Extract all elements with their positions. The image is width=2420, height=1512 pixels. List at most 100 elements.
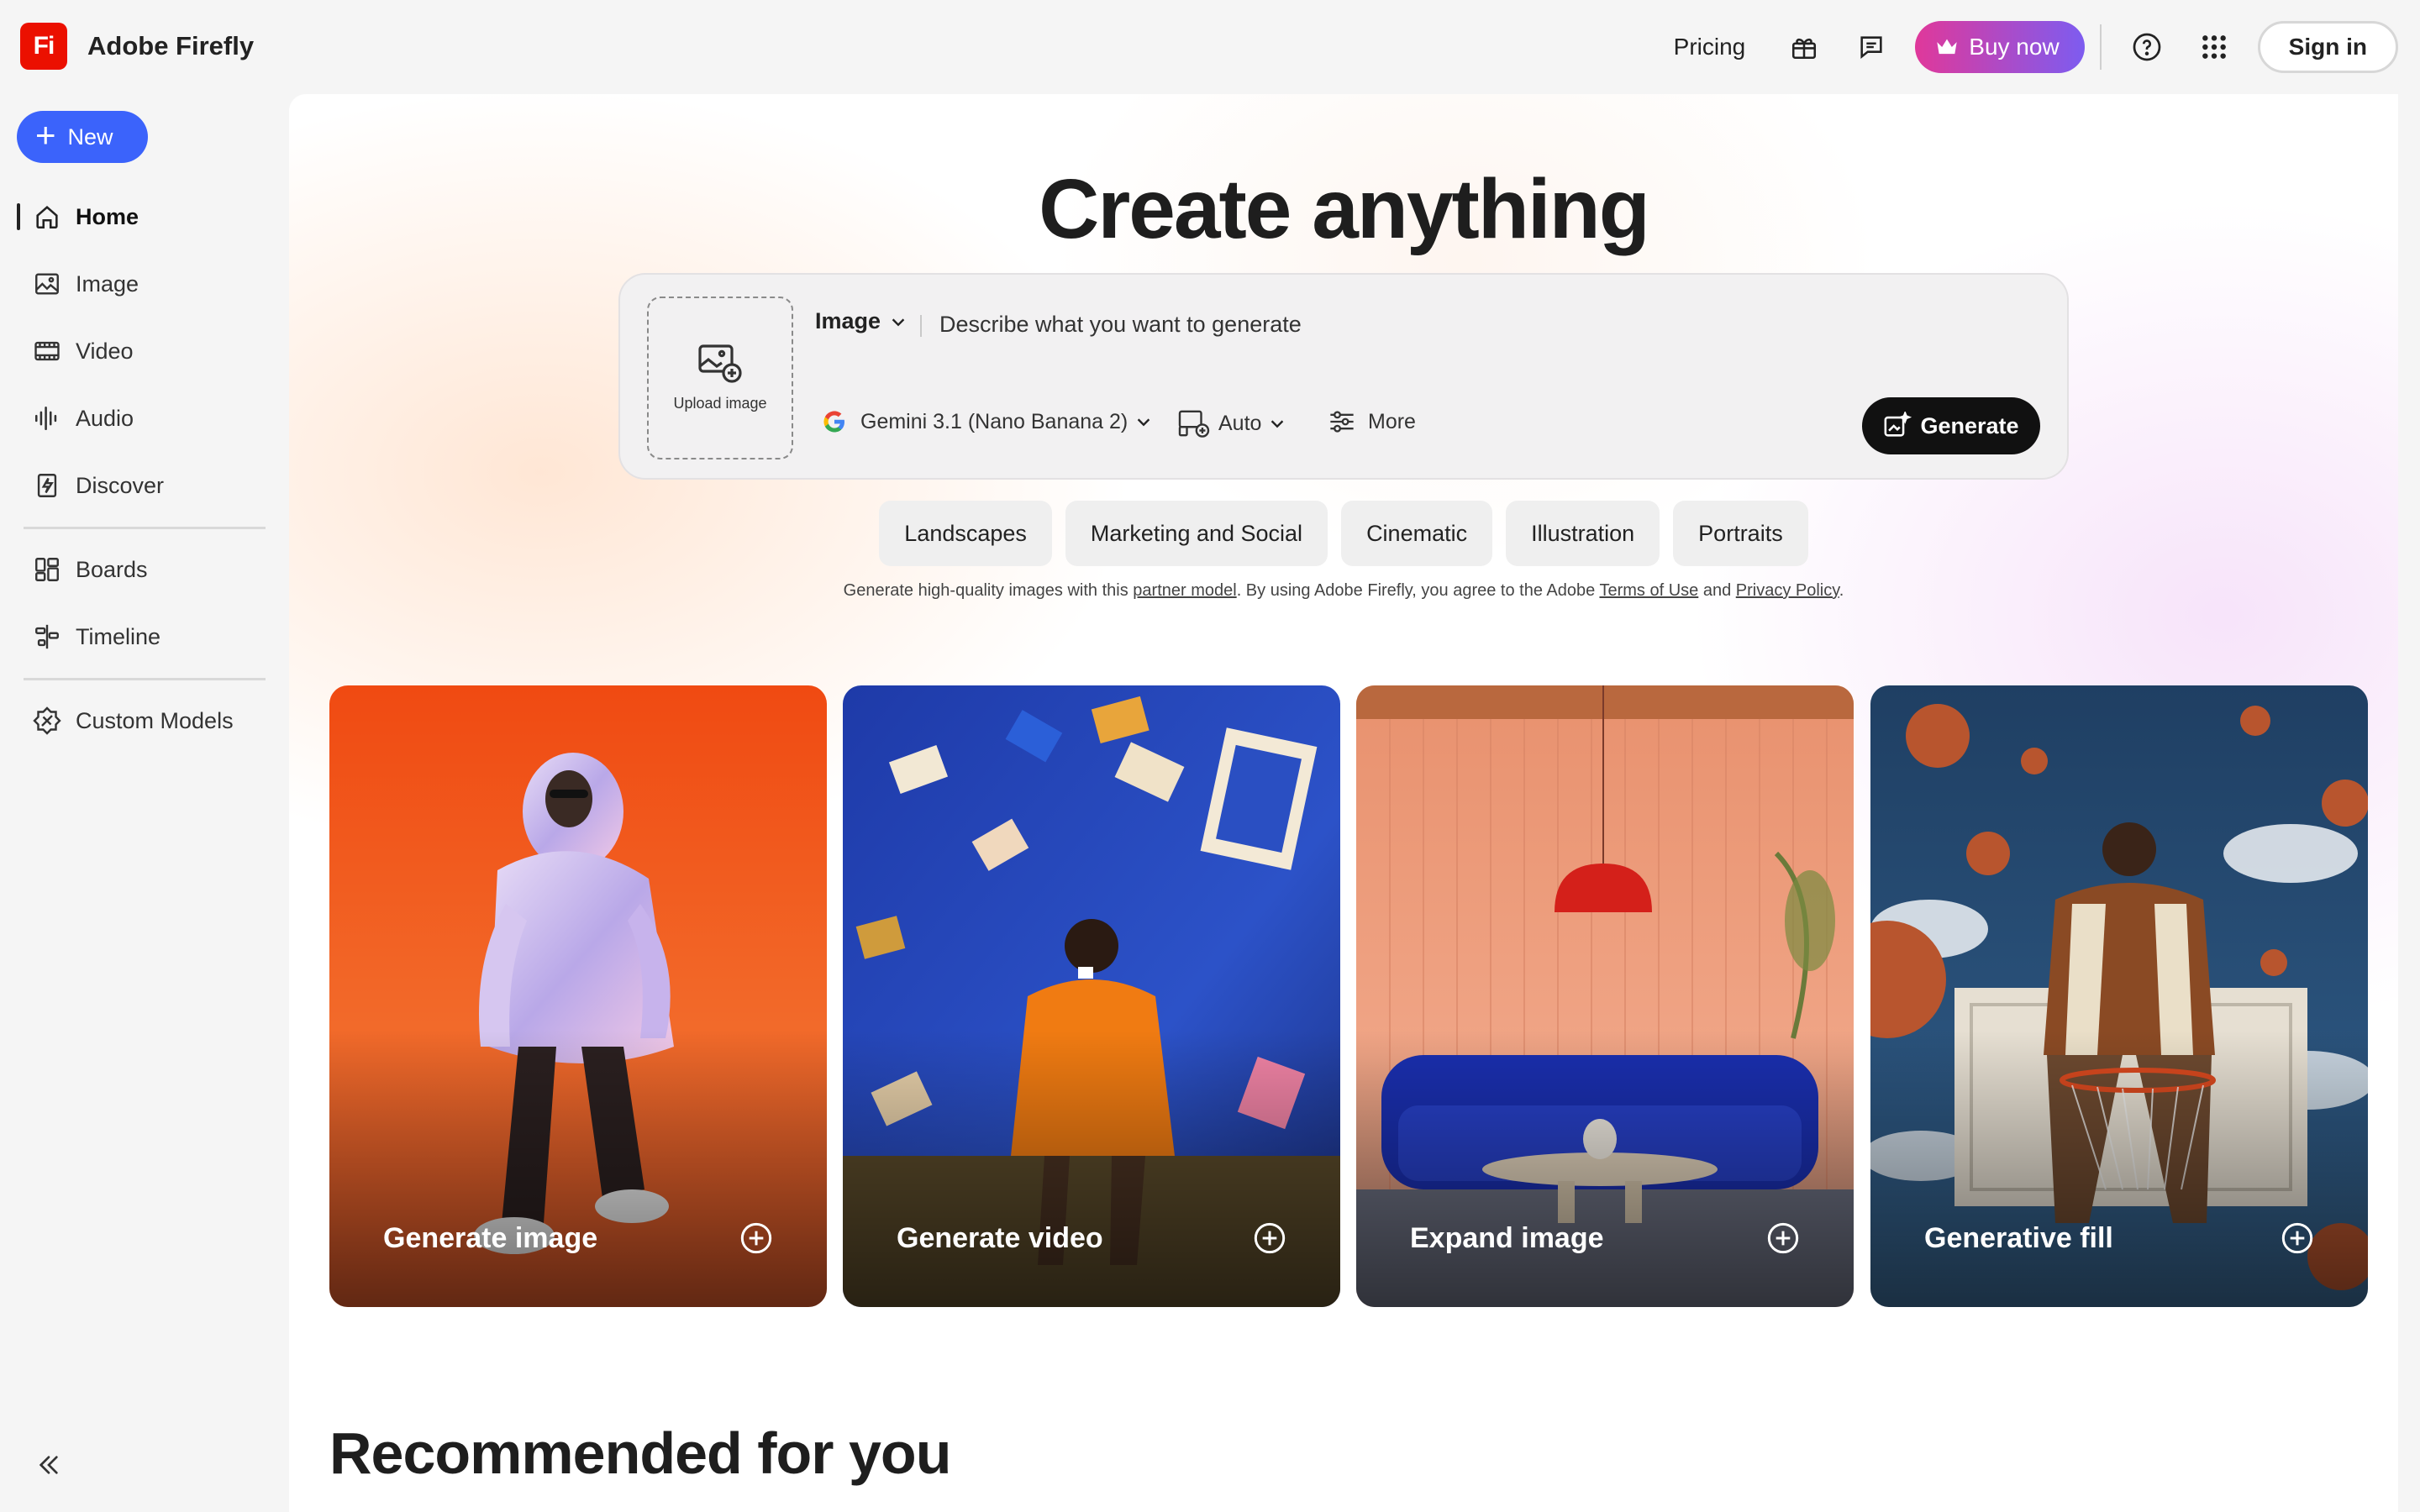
chip-portraits[interactable]: Portraits: [1673, 501, 1808, 566]
google-icon: [823, 411, 844, 433]
card-expand-image[interactable]: Expand image: [1356, 685, 1854, 1307]
add-circle-icon[interactable]: [1253, 1221, 1286, 1255]
sidebar-item-label: Image: [76, 270, 139, 297]
sidebar-item-label: Boards: [76, 556, 148, 582]
generate-button[interactable]: Generate: [1862, 397, 2040, 454]
main-content: Create anything Upload image Image Gemin…: [289, 94, 2398, 1512]
chip-landscapes[interactable]: Landscapes: [879, 501, 1052, 566]
sidebar-item-label: Timeline: [76, 623, 161, 649]
header-divider: [2099, 24, 2102, 70]
generate-label: Generate: [1920, 412, 2019, 438]
hero-title: Create anything: [1039, 162, 1650, 256]
sliders-icon: [1330, 411, 1354, 433]
sidebar-item-timeline[interactable]: Timeline: [17, 612, 269, 662]
disclaimer-part: . By using Adobe Firefly, you agree to t…: [1236, 581, 1600, 600]
sidebar-item-label: Home: [76, 203, 139, 229]
recommended-heading: Recommended for you: [329, 1420, 951, 1486]
terms-of-use-link[interactable]: Terms of Use: [1599, 581, 1698, 600]
disclaimer-part: Generate high-quality images with this: [843, 581, 1134, 600]
upload-image-icon: [698, 344, 742, 383]
partner-model-link[interactable]: partner model: [1133, 581, 1236, 600]
mode-label: Image: [815, 308, 881, 333]
collapse-sidebar-icon[interactable]: [30, 1446, 67, 1483]
chevron-down-icon: [892, 318, 905, 326]
header-actions: Pricing Buy now Sign in: [1674, 20, 2398, 74]
card-generate-image[interactable]: Generate image: [329, 685, 827, 1307]
sidebar-item-label: Audio: [76, 405, 134, 431]
card-title: Generate video: [897, 1222, 1103, 1254]
custom-models-icon: [30, 704, 64, 738]
crown-icon: [1937, 39, 1957, 55]
aspect-ratio-icon: [1178, 410, 1210, 438]
timeline-icon: [30, 620, 64, 654]
sidebar-item-video[interactable]: Video: [17, 326, 269, 376]
card-generative-fill[interactable]: Generative fill: [1870, 685, 2368, 1307]
card-title: Generate image: [383, 1222, 598, 1254]
upload-image-button[interactable]: Upload image: [647, 297, 793, 459]
chat-icon[interactable]: [1848, 24, 1895, 71]
sign-in-button[interactable]: Sign in: [2257, 21, 2398, 73]
top-bar: Fi Adobe Firefly Pricing Buy now Sign in: [0, 0, 2420, 94]
generate-icon: [1885, 412, 1912, 437]
aspect-ratio-dropdown[interactable]: Auto: [1178, 409, 1286, 438]
card-overlay: [1356, 1030, 1854, 1307]
disclaimer-text: Generate high-quality images with this p…: [289, 581, 2398, 601]
help-icon[interactable]: [2123, 24, 2170, 71]
chevron-down-icon: [1137, 418, 1150, 427]
ratio-label: Auto: [1218, 411, 1262, 435]
firefly-logo: Fi: [20, 23, 67, 70]
feature-cards: Generate image Generate video Expand ima…: [329, 685, 2368, 1307]
pricing-link[interactable]: Pricing: [1674, 34, 1746, 60]
audio-icon: [30, 402, 64, 435]
sidebar: + New Home Image Video Audio Discover Bo…: [0, 94, 286, 1512]
discover-icon: [30, 469, 64, 502]
disclaimer-part: and: [1698, 581, 1736, 600]
card-overlay: [1870, 1030, 2368, 1307]
sidebar-divider: [24, 527, 266, 529]
sidebar-item-image[interactable]: Image: [17, 259, 269, 309]
sidebar-item-label: Video: [76, 338, 134, 364]
upload-image-label: Upload image: [673, 394, 767, 412]
prompt-input[interactable]: [939, 303, 2032, 345]
plus-icon: +: [35, 115, 56, 155]
privacy-policy-link[interactable]: Privacy Policy: [1736, 581, 1839, 600]
mode-divider: [920, 315, 922, 337]
sidebar-item-discover[interactable]: Discover: [17, 460, 269, 511]
card-title: Generative fill: [1924, 1222, 2113, 1254]
card-overlay: [329, 1030, 827, 1307]
sidebar-item-home[interactable]: Home: [17, 192, 269, 242]
chevron-down-icon: [1271, 420, 1284, 428]
app-grid-icon[interactable]: [2191, 24, 2238, 71]
sidebar-item-audio[interactable]: Audio: [17, 393, 269, 444]
model-dropdown[interactable]: Gemini 3.1 (Nano Banana 2): [822, 409, 1153, 434]
add-circle-icon[interactable]: [739, 1221, 773, 1255]
new-button[interactable]: + New: [17, 111, 148, 163]
video-icon: [30, 334, 64, 368]
chip-illustration[interactable]: Illustration: [1506, 501, 1660, 566]
add-circle-icon[interactable]: [1766, 1221, 1800, 1255]
model-label: Gemini 3.1 (Nano Banana 2): [860, 409, 1128, 433]
prompt-chips: Landscapes Marketing and Social Cinemati…: [289, 501, 2398, 566]
sidebar-item-label: Custom Models: [76, 707, 234, 733]
chip-marketing-social[interactable]: Marketing and Social: [1065, 501, 1328, 566]
add-circle-icon[interactable]: [2281, 1221, 2314, 1255]
more-settings-button[interactable]: More: [1328, 409, 1416, 434]
mode-dropdown[interactable]: Image: [815, 308, 908, 334]
buy-now-label: Buy now: [1969, 34, 2060, 60]
buy-now-button[interactable]: Buy now: [1915, 21, 2085, 73]
boards-icon: [30, 553, 64, 586]
more-label: More: [1368, 409, 1416, 433]
gift-icon[interactable]: [1781, 24, 1828, 71]
brand-name: Adobe Firefly: [87, 31, 255, 60]
prompt-panel: Upload image Image Gemini 3.1 (Nano Bana…: [618, 273, 2069, 480]
card-generate-video[interactable]: Generate video: [843, 685, 1340, 1307]
sidebar-divider: [24, 678, 266, 680]
sidebar-item-custom-models[interactable]: Custom Models: [17, 696, 269, 746]
chip-cinematic[interactable]: Cinematic: [1341, 501, 1493, 566]
card-overlay: [843, 1030, 1340, 1307]
brand[interactable]: Fi Adobe Firefly: [20, 23, 254, 70]
home-icon: [30, 200, 64, 234]
card-title: Expand image: [1410, 1222, 1604, 1254]
disclaimer-part: .: [1839, 581, 1844, 600]
sidebar-item-boards[interactable]: Boards: [17, 544, 269, 595]
